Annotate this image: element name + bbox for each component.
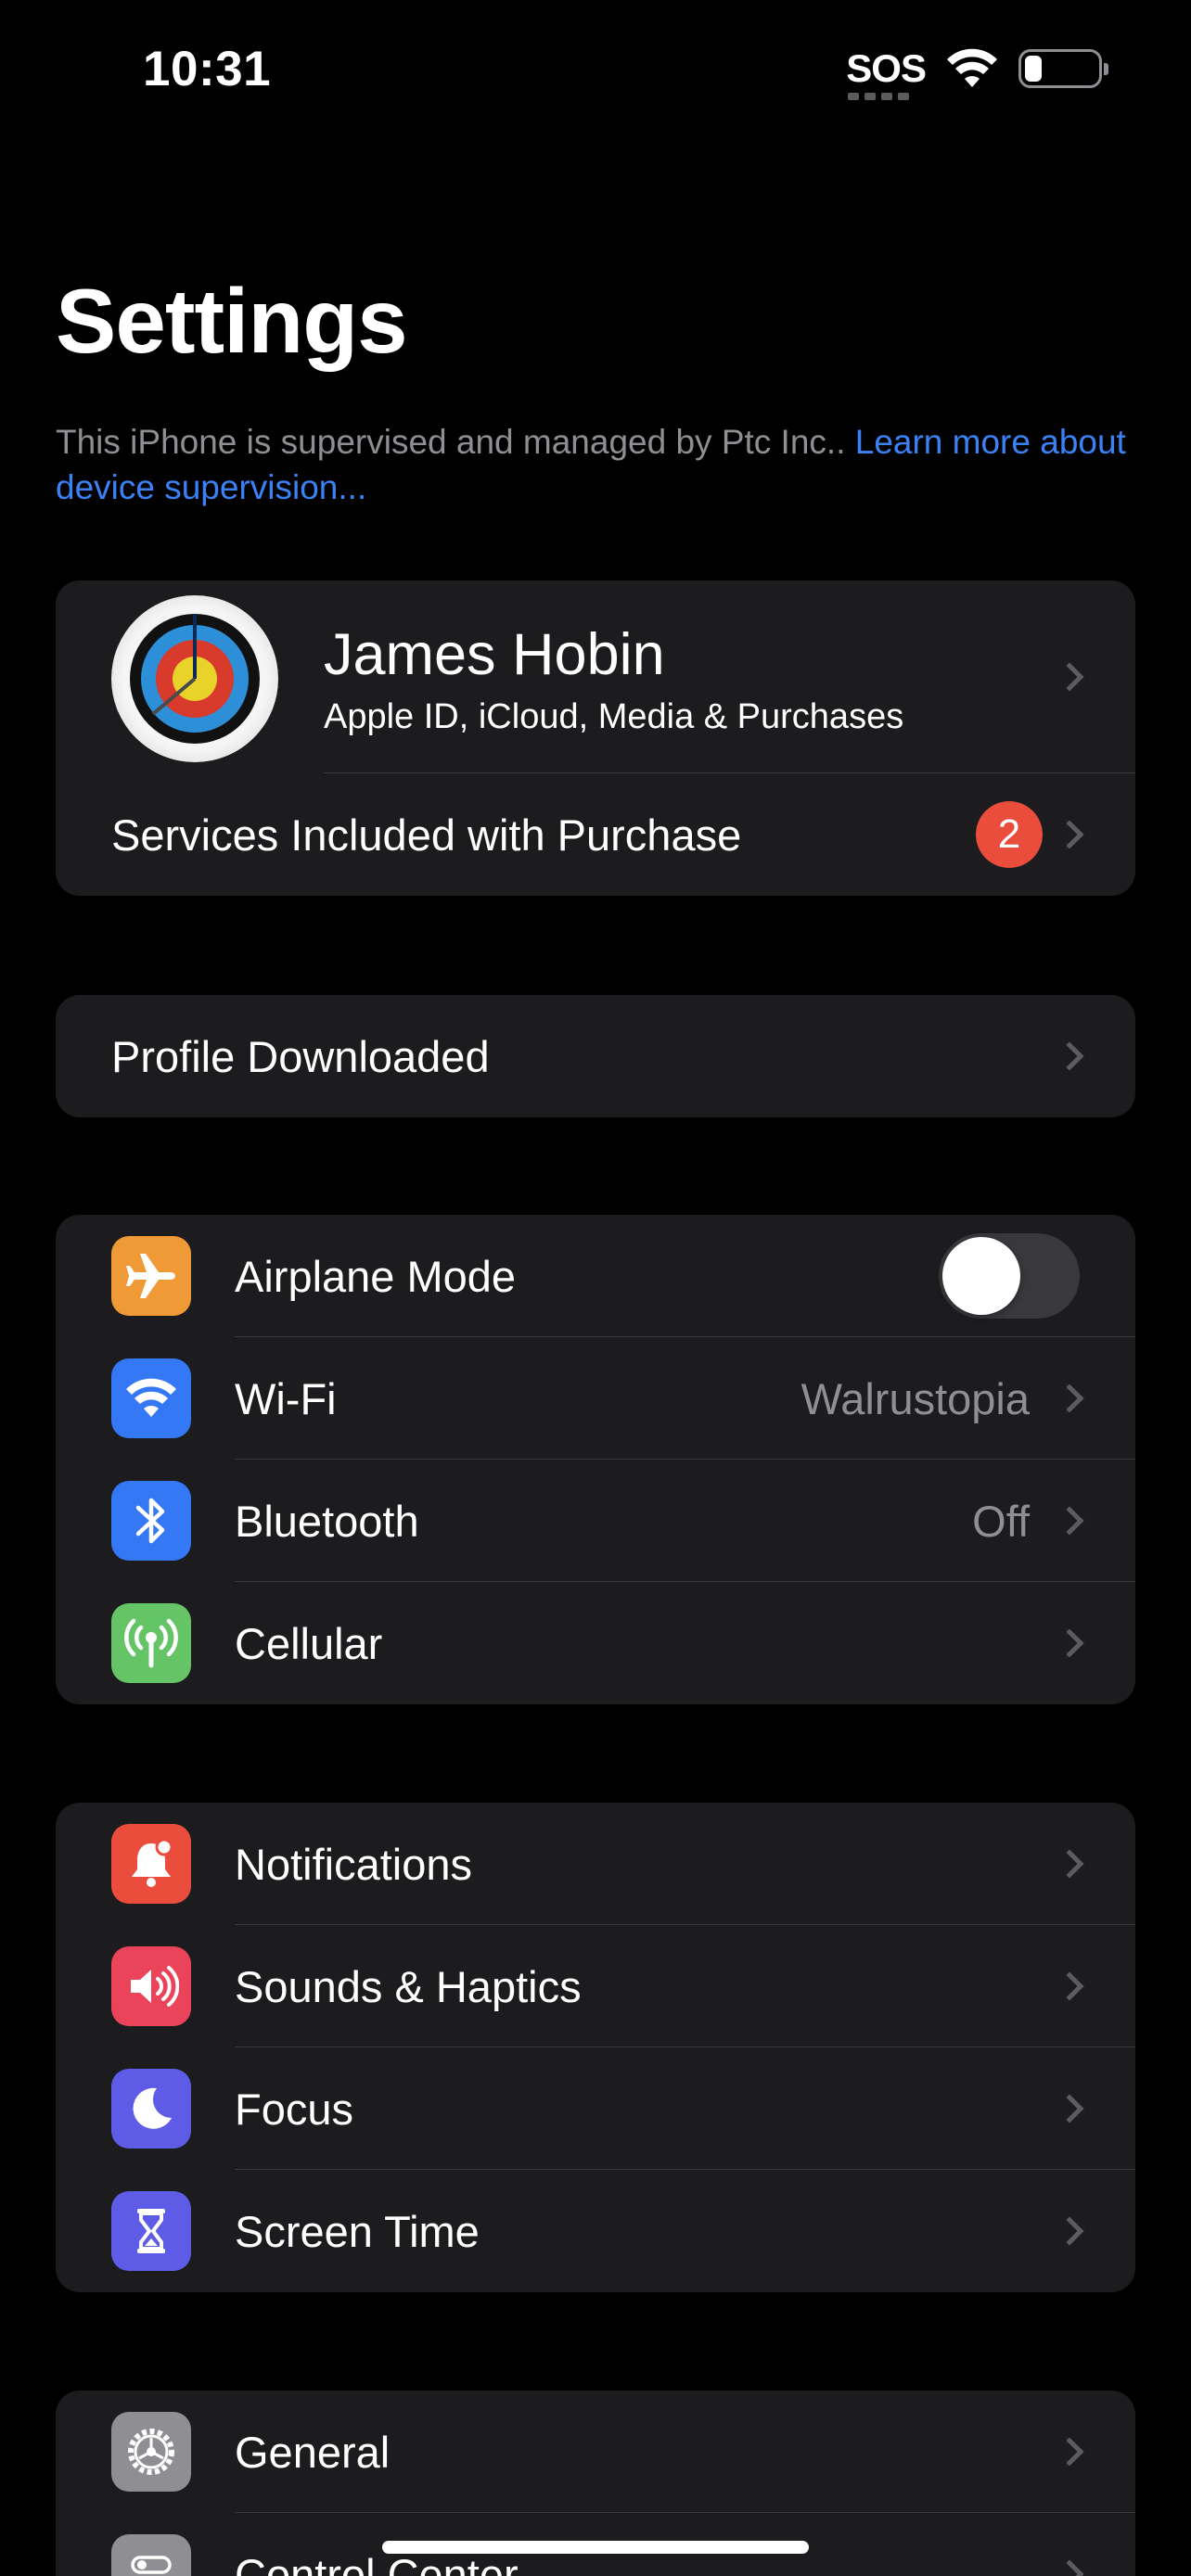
wifi-row[interactable]: Wi-Fi Walrustopia [56, 1337, 1135, 1460]
status-indicators: SOS [846, 41, 1108, 100]
focus-row[interactable]: Focus [56, 2047, 1135, 2170]
airplane-mode-label: Airplane Mode [235, 1251, 517, 1301]
chevron-right-icon [1055, 2437, 1084, 2467]
moon-icon [111, 2069, 191, 2149]
chevron-right-icon [1055, 1506, 1084, 1536]
airplane-mode-toggle[interactable] [939, 1233, 1080, 1319]
speaker-icon [111, 1946, 191, 2026]
sounds-haptics-row[interactable]: Sounds & Haptics [56, 1925, 1135, 2047]
settings-screen: 10:31 SOS Settings This iPhone is superv… [0, 0, 1191, 2576]
supervision-notice: This iPhone is supervised and managed by… [56, 419, 1141, 510]
notifications-label: Notifications [235, 1839, 472, 1889]
chevron-right-icon [1055, 1384, 1084, 1413]
wifi-icon [947, 48, 997, 87]
screen-time-label: Screen Time [235, 2206, 480, 2256]
screen-time-row[interactable]: Screen Time [56, 2170, 1135, 2292]
apple-id-row[interactable]: James Hobin Apple ID, iCloud, Media & Pu… [56, 580, 1135, 773]
bluetooth-value: Off [972, 1496, 1030, 1546]
battery-low-icon [1018, 49, 1108, 88]
general-row[interactable]: General [56, 2391, 1135, 2513]
sounds-haptics-label: Sounds & Haptics [235, 1961, 582, 2011]
account-subtitle: Apple ID, iCloud, Media & Purchases [324, 697, 904, 736]
account-name: James Hobin [324, 622, 665, 687]
cellular-row[interactable]: Cellular [56, 1582, 1135, 1704]
notification-badge: 2 [976, 801, 1043, 868]
archery-target-icon [130, 614, 260, 744]
chevron-right-icon [1055, 820, 1084, 849]
antenna-icon [111, 1603, 191, 1683]
chevron-right-icon [1055, 2216, 1084, 2246]
services-label: Services Included with Purchase [111, 810, 742, 860]
sos-label: SOS [846, 46, 927, 90]
profile-downloaded-row[interactable]: Profile Downloaded [56, 995, 1135, 1117]
notifications-row[interactable]: Notifications [56, 1803, 1135, 1925]
switches-icon [111, 2534, 191, 2576]
wifi-network-value: Walrustopia [800, 1373, 1030, 1423]
page-title: Settings [56, 270, 408, 372]
toggle-knob [942, 1237, 1020, 1315]
bluetooth-row[interactable]: Bluetooth Off [56, 1460, 1135, 1582]
hourglass-icon [111, 2191, 191, 2271]
chevron-right-icon [1055, 1628, 1084, 1658]
general-label: General [235, 2427, 391, 2477]
gear-icon [111, 2412, 191, 2492]
avatar [111, 595, 278, 762]
sos-indicator: SOS [846, 46, 927, 100]
chevron-right-icon [1055, 1849, 1084, 1879]
services-row[interactable]: Services Included with Purchase 2 [56, 773, 1135, 896]
connectivity-group: Airplane Mode Wi-Fi Walrustopia Bluetoot… [56, 1215, 1135, 1704]
cellular-label: Cellular [235, 1618, 383, 1668]
airplane-icon [111, 1236, 191, 1316]
bluetooth-icon [111, 1481, 191, 1561]
chevron-right-icon [1055, 1041, 1084, 1071]
focus-label: Focus [235, 2084, 353, 2134]
bell-icon [111, 1824, 191, 1904]
chevron-right-icon [1055, 2094, 1084, 2123]
wifi-label: Wi-Fi [235, 1373, 337, 1423]
airplane-mode-row: Airplane Mode [56, 1215, 1135, 1337]
notifications-group: Notifications Sounds & Haptics Focus Scr… [56, 1803, 1135, 2292]
status-time: 10:31 [143, 42, 272, 96]
chevron-right-icon [1055, 1971, 1084, 2001]
supervision-text: This iPhone is supervised and managed by… [56, 423, 855, 461]
signal-dots-icon [848, 93, 910, 100]
account-group: James Hobin Apple ID, iCloud, Media & Pu… [56, 580, 1135, 896]
bluetooth-label: Bluetooth [235, 1496, 419, 1546]
chevron-right-icon [1055, 2559, 1084, 2576]
profile-group: Profile Downloaded [56, 995, 1135, 1117]
profile-downloaded-label: Profile Downloaded [111, 1031, 490, 1081]
home-indicator[interactable] [382, 2541, 809, 2554]
chevron-right-icon [1055, 662, 1084, 692]
wifi-icon [111, 1358, 191, 1438]
